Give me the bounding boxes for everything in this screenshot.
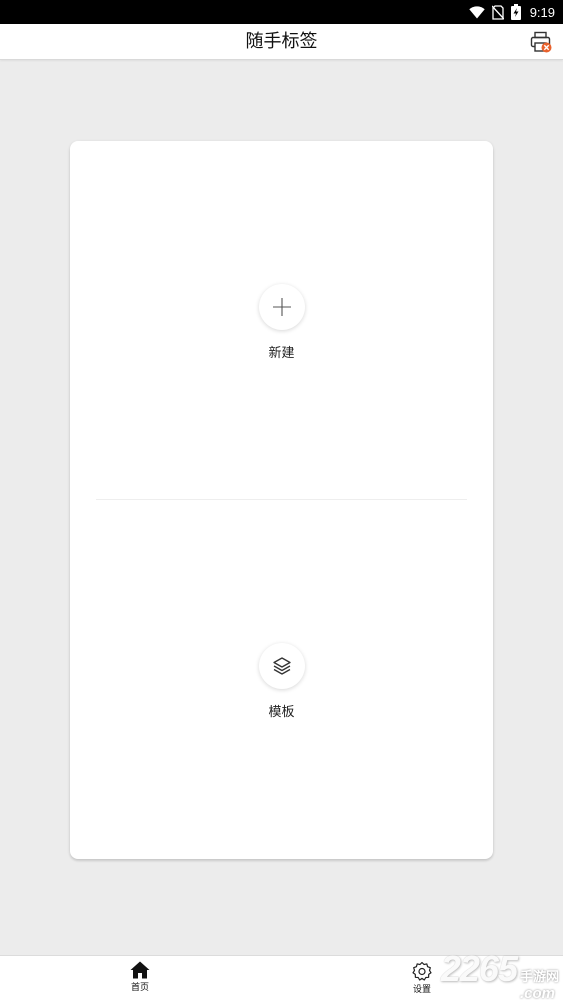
layers-icon — [272, 657, 291, 675]
bottom-nav: 首页 设置 — [0, 955, 563, 1000]
home-icon — [130, 961, 150, 979]
nav-item-home[interactable]: 首页 — [110, 961, 170, 993]
nav-label-home: 首页 — [130, 983, 149, 993]
nav-item-settings[interactable]: 设置 — [392, 961, 452, 995]
plus-icon — [272, 298, 291, 316]
status-time: 9:19 — [529, 4, 555, 20]
no-sim-icon — [491, 4, 504, 20]
template-button[interactable] — [258, 643, 305, 689]
wifi-icon — [468, 5, 485, 18]
template-label[interactable]: 模板 — [268, 701, 294, 720]
main-card: 新建 模板 — [70, 141, 493, 859]
section-divider — [96, 499, 467, 500]
new-label[interactable]: 新建 — [268, 342, 294, 361]
printer-button[interactable] — [529, 30, 553, 54]
gear-icon — [412, 961, 432, 981]
template-section: 模板 — [70, 643, 493, 720]
new-section: 新建 — [70, 284, 493, 361]
printer-icon — [530, 31, 552, 53]
battery-charging-icon — [510, 4, 521, 20]
new-button[interactable] — [258, 284, 305, 330]
page-title: 随手标签 — [245, 31, 318, 52]
status-bar: 9:19 — [0, 0, 563, 24]
nav-label-settings: 设置 — [412, 985, 431, 995]
app-header: 随手标签 — [0, 24, 563, 60]
